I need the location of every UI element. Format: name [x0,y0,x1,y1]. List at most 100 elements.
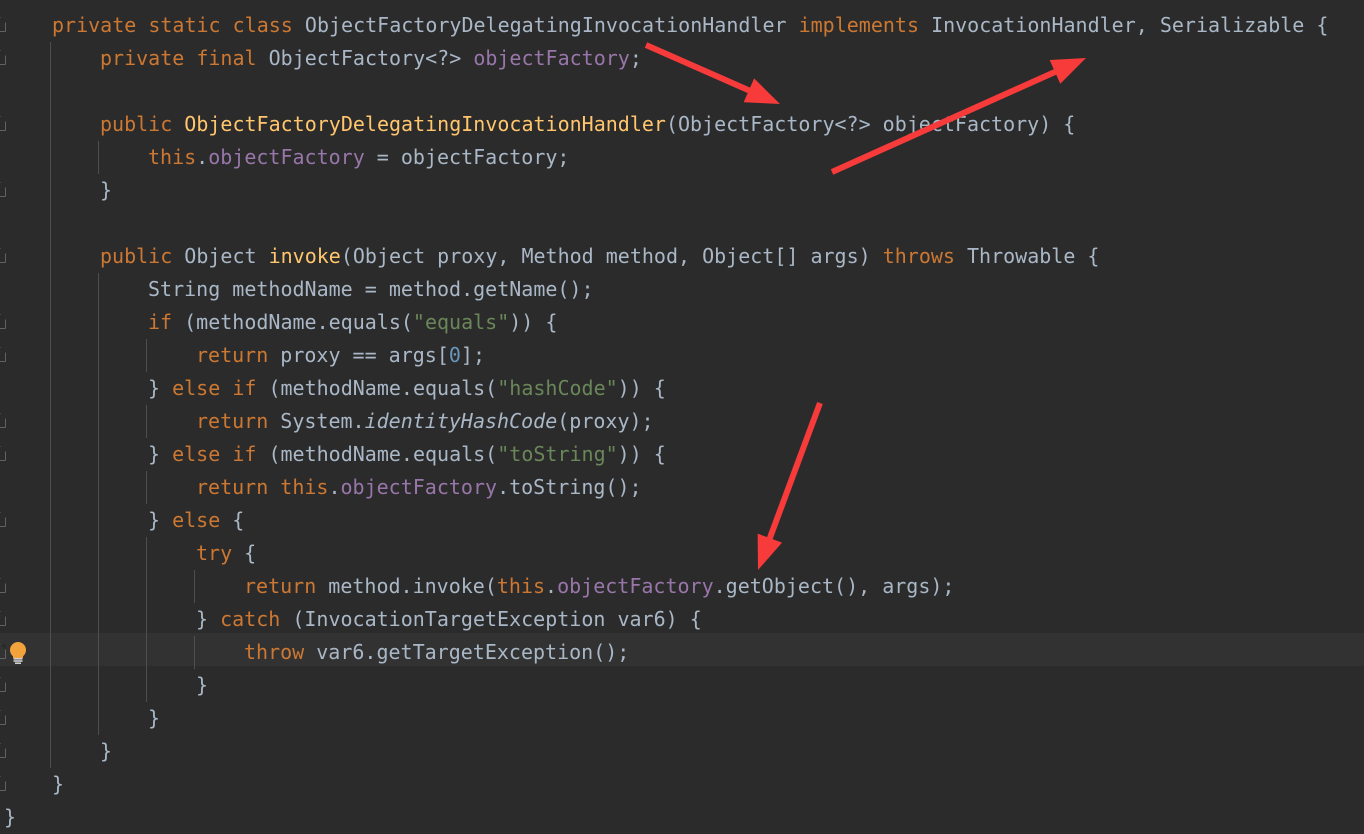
code-token: (InvocationTargetException var6) { [280,607,702,631]
code-token: implements [798,13,920,37]
code-token: objectFactory [473,46,630,70]
code-token: "equals" [412,310,510,334]
code-token: ObjectFactoryDelegatingInvocationHandler [184,112,666,136]
code-line[interactable]: } else if (methodName.equals("toString")… [0,438,1364,471]
code-line[interactable]: try { [0,537,1364,570]
code-token: } [148,376,173,400]
code-line[interactable]: this.objectFactory = objectFactory; [0,141,1364,174]
code-line[interactable]: return proxy == args[0]; [0,339,1364,372]
code-token: else [172,508,221,532]
code-token: return [196,343,269,367]
code-token: (methodName.equals( [172,310,413,334]
code-token: 0 [448,343,461,367]
code-token: . [196,145,209,169]
code-line[interactable]: } [0,702,1364,735]
code-line[interactable]: } [0,768,1364,801]
code-token: String methodName = method.getName(); [148,277,594,301]
code-token: )) { [617,376,666,400]
code-line[interactable]: return this.objectFactory.toString(); [0,471,1364,504]
code-token: public [100,112,173,136]
code-token: . [328,475,341,499]
intention-bulb-icon[interactable] [7,640,29,666]
code-token: (methodName.equals( [256,376,498,400]
code-token: "hashCode" [497,376,618,400]
code-token: this [148,145,197,169]
code-line[interactable] [0,207,1364,240]
code-token: objectFactory [340,475,498,499]
code-line[interactable]: } [0,669,1364,702]
code-token: "toString" [497,442,618,466]
code-line[interactable]: } [0,174,1364,207]
code-line[interactable]: throw var6.getTargetException(); [0,636,1364,669]
code-token: } [100,178,113,202]
code-token: .getObject(), args); [713,574,955,598]
code-token: = objectFactory; [364,145,570,169]
code-line[interactable]: if (methodName.equals("equals")) { [0,306,1364,339]
code-token: Object [184,244,269,268]
code-token: if [232,442,257,466]
code-token: )) { [509,310,558,334]
code-token: (proxy); [557,409,654,433]
code-token: } [196,673,209,697]
code-token: ]; [460,343,486,367]
code-token: return [244,574,317,598]
code-token: (ObjectFactory<?> objectFactory) { [665,112,1076,136]
code-line[interactable]: String methodName = method.getName(); [0,273,1364,306]
code-token: } [148,508,173,532]
code-token: (Object proxy, Method method, Object[] a… [340,244,883,268]
code-token: System. [268,409,365,433]
code-token: } [196,607,221,631]
code-token: method.invoke( [316,574,497,598]
code-line[interactable]: private static class ObjectFactoryDelega… [0,9,1364,42]
code-line[interactable]: public Object invoke(Object proxy, Metho… [0,240,1364,273]
code-token: this [280,475,329,499]
code-token: { [220,508,245,532]
code-token: )) { [617,442,666,466]
code-token: . [545,574,558,598]
code-token: catch [220,607,281,631]
code-token: ; [629,46,642,70]
code-line[interactable]: } [0,735,1364,768]
code-content[interactable]: private static class ObjectFactoryDelega… [0,0,1364,832]
code-token: final [196,46,257,70]
code-token: var6.getTargetException(); [304,640,630,664]
code-line[interactable]: return method.invoke(this.objectFactory.… [0,570,1364,603]
code-token: return [196,475,269,499]
code-token: if [232,376,257,400]
code-token: class [232,13,293,37]
code-line[interactable]: } else { [0,504,1364,537]
code-token: proxy == args[ [268,343,449,367]
code-token: throws [882,244,955,268]
code-token: static [148,13,221,37]
code-token: } [100,739,113,763]
code-line[interactable]: } [0,801,1364,834]
code-line[interactable] [0,75,1364,108]
code-line[interactable]: } else if (methodName.equals("hashCode")… [0,372,1364,405]
code-line[interactable]: return System.identityHashCode(proxy); [0,405,1364,438]
code-token: private [100,46,185,70]
code-token: Throwable { [967,244,1100,268]
code-line[interactable]: } catch (InvocationTargetException var6)… [0,603,1364,636]
code-line[interactable]: public ObjectFactoryDelegatingInvocation… [0,108,1364,141]
code-token: } [4,805,17,829]
code-line[interactable]: private final ObjectFactory<?> objectFac… [0,42,1364,75]
code-token: } [52,772,65,796]
code-editor[interactable]: private static class ObjectFactoryDelega… [0,0,1364,832]
code-token: try [196,541,233,565]
code-token: this [496,574,546,598]
code-token: { [232,541,257,565]
code-token: ObjectFactoryDelegatingInvocationHandler [304,13,787,37]
code-token: identityHashCode [364,409,558,433]
code-token: objectFactory [208,145,365,169]
code-token: InvocationHandler, Serializable { [931,13,1329,37]
code-token: if [148,310,173,334]
